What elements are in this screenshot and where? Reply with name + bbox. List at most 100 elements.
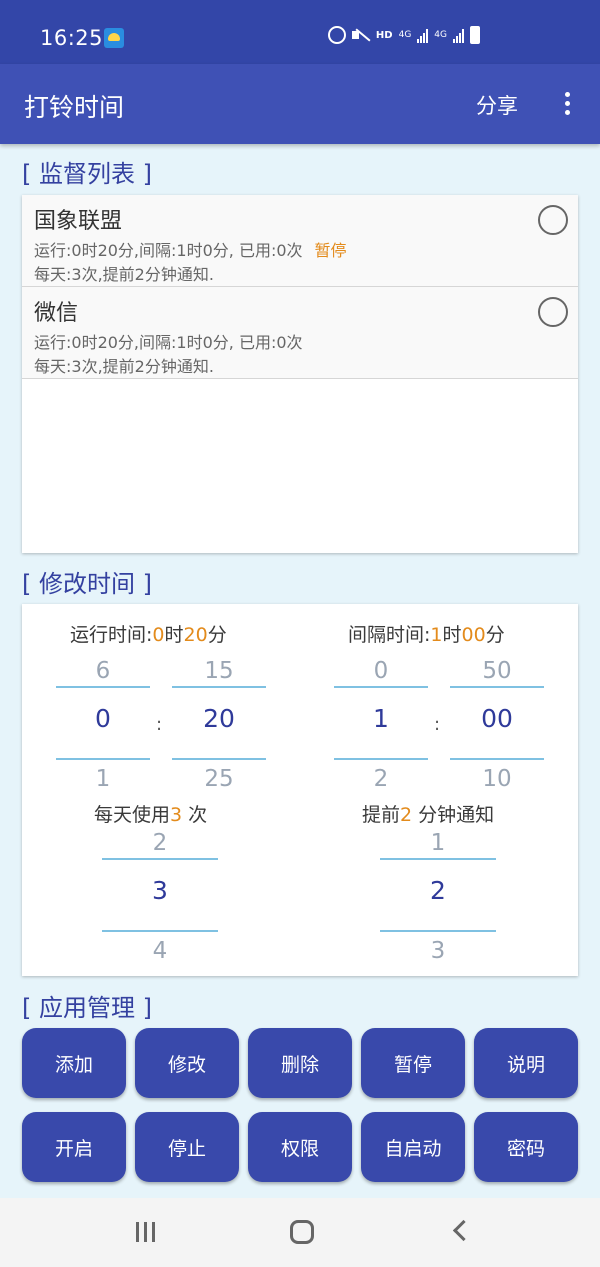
signal-icon-2 (453, 27, 464, 43)
run-minute-picker[interactable]: 15 20 25 (172, 654, 266, 794)
item-schedule: 每天:3次,提前2分钟通知. (34, 265, 214, 284)
network-4g-icon-2: 4G (434, 29, 447, 40)
back-icon[interactable] (452, 1220, 468, 1244)
picker-prev: 15 (204, 658, 234, 684)
daily-uses-label: 每天使用3 次 (94, 800, 207, 827)
item-detail-text: 运行:0时20分,间隔:1时0分, 已用:0次 (34, 241, 303, 260)
interval-hour-unit: 时 (442, 624, 462, 646)
picker-current: 00 (481, 704, 513, 733)
picker-divider (450, 686, 544, 688)
signal-icon (417, 27, 429, 43)
picker-prev: 6 (95, 658, 111, 684)
picker-divider (102, 930, 218, 932)
select-radio[interactable] (538, 297, 568, 327)
edit-section-title: [ 修改时间 ] (22, 570, 152, 598)
list-item[interactable]: 国象联盟 运行:0时20分,间隔:1时0分, 已用:0次 暂停 每天:3次,提前2… (22, 195, 578, 287)
picker-next: 4 (152, 938, 168, 964)
picker-current: 0 (95, 704, 111, 733)
interval-minute-picker[interactable]: 50 00 10 (450, 654, 544, 794)
interval-hour-picker[interactable]: 0 1 2 (334, 654, 428, 794)
picker-divider (172, 686, 266, 688)
daily-uses-value: 3 (170, 804, 183, 826)
more-options-icon[interactable] (556, 90, 580, 118)
monitor-section-title: [ 监督列表 ] (22, 160, 152, 188)
picker-next: 2 (373, 766, 389, 792)
item-schedule: 每天:3次,提前2分钟通知. (34, 357, 214, 376)
picker-divider (56, 686, 150, 688)
picker-divider (380, 858, 496, 860)
stop-button[interactable]: 停止 (135, 1112, 239, 1182)
add-button[interactable]: 添加 (22, 1028, 126, 1098)
picker-divider (450, 758, 544, 760)
picker-divider (56, 758, 150, 760)
advance-suffix: 分钟通知 (412, 804, 495, 826)
manage-section-title: [ 应用管理 ] (22, 994, 152, 1022)
run-hour-picker[interactable]: 6 0 1 (56, 654, 150, 794)
advance-notice-picker[interactable]: 1 2 3 (380, 826, 496, 966)
recent-apps-icon[interactable] (136, 1222, 158, 1242)
item-detail: 运行:0时20分,间隔:1时0分, 已用:0次 (34, 329, 315, 353)
interval-caption: 间隔时间: (348, 624, 431, 646)
daily-uses-prefix: 每天使用 (94, 804, 171, 826)
delete-button[interactable]: 删除 (248, 1028, 352, 1098)
daily-uses-picker[interactable]: 2 3 4 (102, 826, 218, 966)
password-button[interactable]: 密码 (474, 1112, 578, 1182)
battery-icon (470, 26, 480, 44)
item-name: 微信 (34, 301, 79, 326)
navigation-bar (0, 1198, 600, 1267)
picker-divider (380, 930, 496, 932)
picker-current: 3 (152, 876, 168, 905)
picker-prev: 2 (152, 830, 168, 856)
help-button[interactable]: 说明 (474, 1028, 578, 1098)
permission-button[interactable]: 权限 (248, 1112, 352, 1182)
pause-button[interactable]: 暂停 (361, 1028, 465, 1098)
run-hour-unit: 时 (164, 624, 184, 646)
picker-prev: 0 (373, 658, 389, 684)
run-minute-value: 20 (183, 624, 208, 646)
list-item[interactable]: 微信 运行:0时20分,间隔:1时0分, 已用:0次 每天:3次,提前2分钟通知… (22, 287, 578, 379)
picker-divider (334, 686, 428, 688)
status-bar: 16:25 HD 4G 4G (0, 0, 600, 64)
autostart-button[interactable]: 自启动 (361, 1112, 465, 1182)
select-radio[interactable] (538, 205, 568, 235)
network-4g-icon: 4G (398, 29, 412, 40)
picker-prev: 50 (482, 658, 512, 684)
item-detail: 运行:0时20分,间隔:1时0分, 已用:0次 暂停 (34, 237, 347, 261)
interval-time-colon: : (434, 714, 441, 735)
run-minute-unit: 分 (207, 624, 227, 646)
interval-time-label: 间隔时间:1时00分 (348, 620, 505, 647)
picker-next: 3 (430, 938, 446, 964)
run-time-caption: 运行时间: (70, 624, 153, 646)
advance-prefix: 提前 (362, 804, 401, 826)
home-icon[interactable] (290, 1220, 314, 1244)
edit-button[interactable]: 修改 (135, 1028, 239, 1098)
mute-icon (351, 27, 370, 43)
picker-next: 25 (204, 766, 234, 792)
picker-divider (102, 858, 218, 860)
interval-minute-unit: 分 (485, 624, 505, 646)
advance-value: 2 (400, 804, 413, 826)
picker-next: 10 (482, 766, 512, 792)
hd-icon: HD (375, 29, 393, 41)
advance-notice-label: 提前2 分钟通知 (362, 800, 494, 827)
picker-current: 2 (430, 876, 446, 905)
monitor-list: 国象联盟 运行:0时20分,间隔:1时0分, 已用:0次 暂停 每天:3次,提前2… (22, 195, 578, 553)
status-icons: HD 4G 4G (327, 26, 480, 44)
app-title: 打铃时间 (24, 93, 125, 122)
item-name: 国象联盟 (34, 209, 123, 234)
edit-time-panel: 运行时间:0时20分 间隔时间:1时00分 6 0 1 : 15 20 25 0… (22, 604, 578, 976)
run-hour-value: 0 (152, 624, 165, 646)
picker-prev: 1 (430, 830, 446, 856)
picker-current: 1 (373, 704, 389, 733)
interval-hour-value: 1 (430, 624, 443, 646)
share-button[interactable]: 分享 (476, 90, 518, 120)
picker-current: 20 (203, 704, 235, 733)
app-bar: 打铃时间 分享 (0, 64, 600, 144)
interval-minute-value: 00 (461, 624, 486, 646)
picker-divider (334, 758, 428, 760)
picker-next: 1 (95, 766, 111, 792)
run-time-colon: : (156, 714, 163, 735)
start-button[interactable]: 开启 (22, 1112, 126, 1182)
run-time-label: 运行时间:0时20分 (70, 620, 227, 647)
daily-uses-suffix: 次 (182, 804, 208, 826)
